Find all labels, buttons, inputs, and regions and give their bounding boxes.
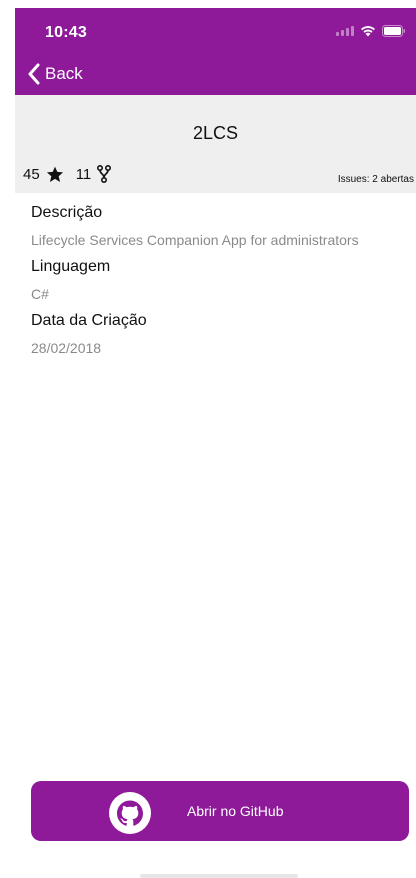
fork-icon [97,165,112,183]
github-icon [109,792,151,834]
created-date-label: Data da Criação [31,312,147,329]
issues-count: Issues: 2 abertas [337,174,414,185]
battery-icon [382,25,406,37]
stars-count: 45 [23,165,40,183]
status-icons [336,25,406,37]
repo-stats: 45 11 [23,165,112,183]
status-bar: 10:43 [15,8,416,52]
back-button[interactable]: Back [27,60,83,88]
open-github-button[interactable]: Abrir no GitHub [31,781,409,841]
page-title: 2LCS [192,123,239,143]
chevron-left-icon [28,63,40,85]
home-indicator [140,874,298,878]
language-value: C# [31,286,49,302]
cellular-signal-icon [336,26,354,36]
wifi-icon [360,25,376,37]
forks-count: 11 [75,165,92,183]
created-date-value: 28/02/2018 [31,340,102,356]
status-time: 10:43 [45,24,87,41]
star-icon [46,166,63,182]
language-label: Linguagem [31,258,111,275]
repo-details: Descrição Lifecycle Services Companion A… [31,203,401,365]
back-label: Back [45,64,83,83]
repo-summary: 2LCS 45 11 Issues: 2 abertas [15,95,416,193]
open-github-label: Abrir no GitHub [187,803,284,819]
navigation-header: 10:43 Back [15,8,416,95]
description-label: Descrição [31,204,103,221]
description-value: Lifecycle Services Companion App for adm… [31,232,359,248]
